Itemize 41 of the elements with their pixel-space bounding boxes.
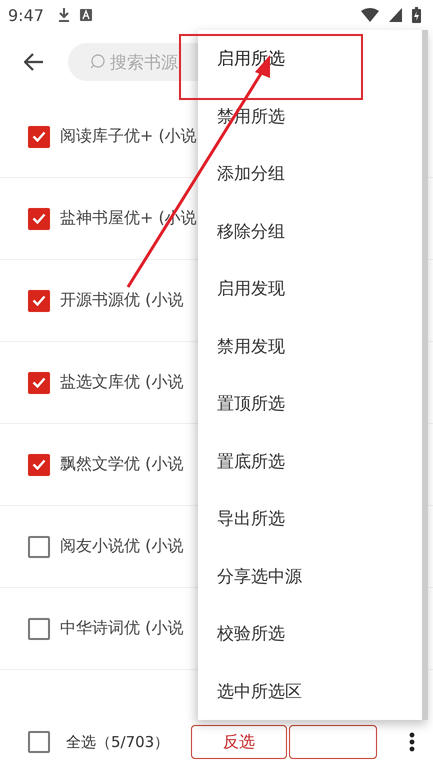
action-button[interactable] xyxy=(289,725,378,759)
menu-item[interactable]: 分享选中源 xyxy=(198,548,422,605)
checked-checkbox[interactable] xyxy=(28,126,50,148)
check-icon xyxy=(32,213,46,224)
menu-item[interactable]: 选中所选区 xyxy=(198,662,422,720)
source-name: 开源书源优 (小说 xyxy=(60,290,184,311)
check-icon xyxy=(32,377,46,388)
check-icon xyxy=(32,295,46,306)
menu-item[interactable]: 添加分组 xyxy=(198,145,422,202)
download-icon xyxy=(58,7,70,23)
source-name: 盐选文库优 (小说 xyxy=(60,372,184,393)
checked-checkbox[interactable] xyxy=(28,290,50,312)
checked-checkbox[interactable] xyxy=(28,208,50,230)
select-all-label: 全选（5/703） xyxy=(66,732,170,752)
check-icon xyxy=(32,459,46,470)
menu-item[interactable]: 置底所选 xyxy=(198,432,422,490)
checkbox[interactable] xyxy=(28,618,50,640)
menu-item[interactable]: 启用发现 xyxy=(198,260,422,318)
check-icon xyxy=(32,131,46,142)
checkbox[interactable] xyxy=(28,731,50,753)
menu-item[interactable]: 置顶所选 xyxy=(198,375,422,432)
source-name: 飘然文学优 (小说 xyxy=(60,454,184,475)
source-name: 阅读库子优+ (小说 xyxy=(60,126,197,147)
menu-item[interactable]: 校验所选 xyxy=(198,605,422,662)
checked-checkbox[interactable] xyxy=(28,454,50,476)
invert-button[interactable]: 反选 xyxy=(191,725,288,759)
source-name: 中华诗词优 (小说 xyxy=(60,618,184,639)
status-time: 9:47 xyxy=(8,6,44,24)
more-icon[interactable] xyxy=(409,732,416,752)
signal-icon xyxy=(389,8,402,22)
notification-icon xyxy=(80,9,92,21)
menu-item[interactable]: 导出所选 xyxy=(198,490,422,548)
menu-item[interactable]: 移除分组 xyxy=(198,202,422,260)
search-icon xyxy=(90,54,106,70)
source-name: 阅友小说优 (小说 xyxy=(60,536,184,557)
wifi-icon xyxy=(361,8,379,22)
battery-icon xyxy=(412,7,421,23)
menu-item[interactable]: 禁用发现 xyxy=(198,318,422,375)
back-icon[interactable] xyxy=(24,53,44,71)
checkbox[interactable] xyxy=(28,536,50,558)
checked-checkbox[interactable] xyxy=(28,372,50,394)
